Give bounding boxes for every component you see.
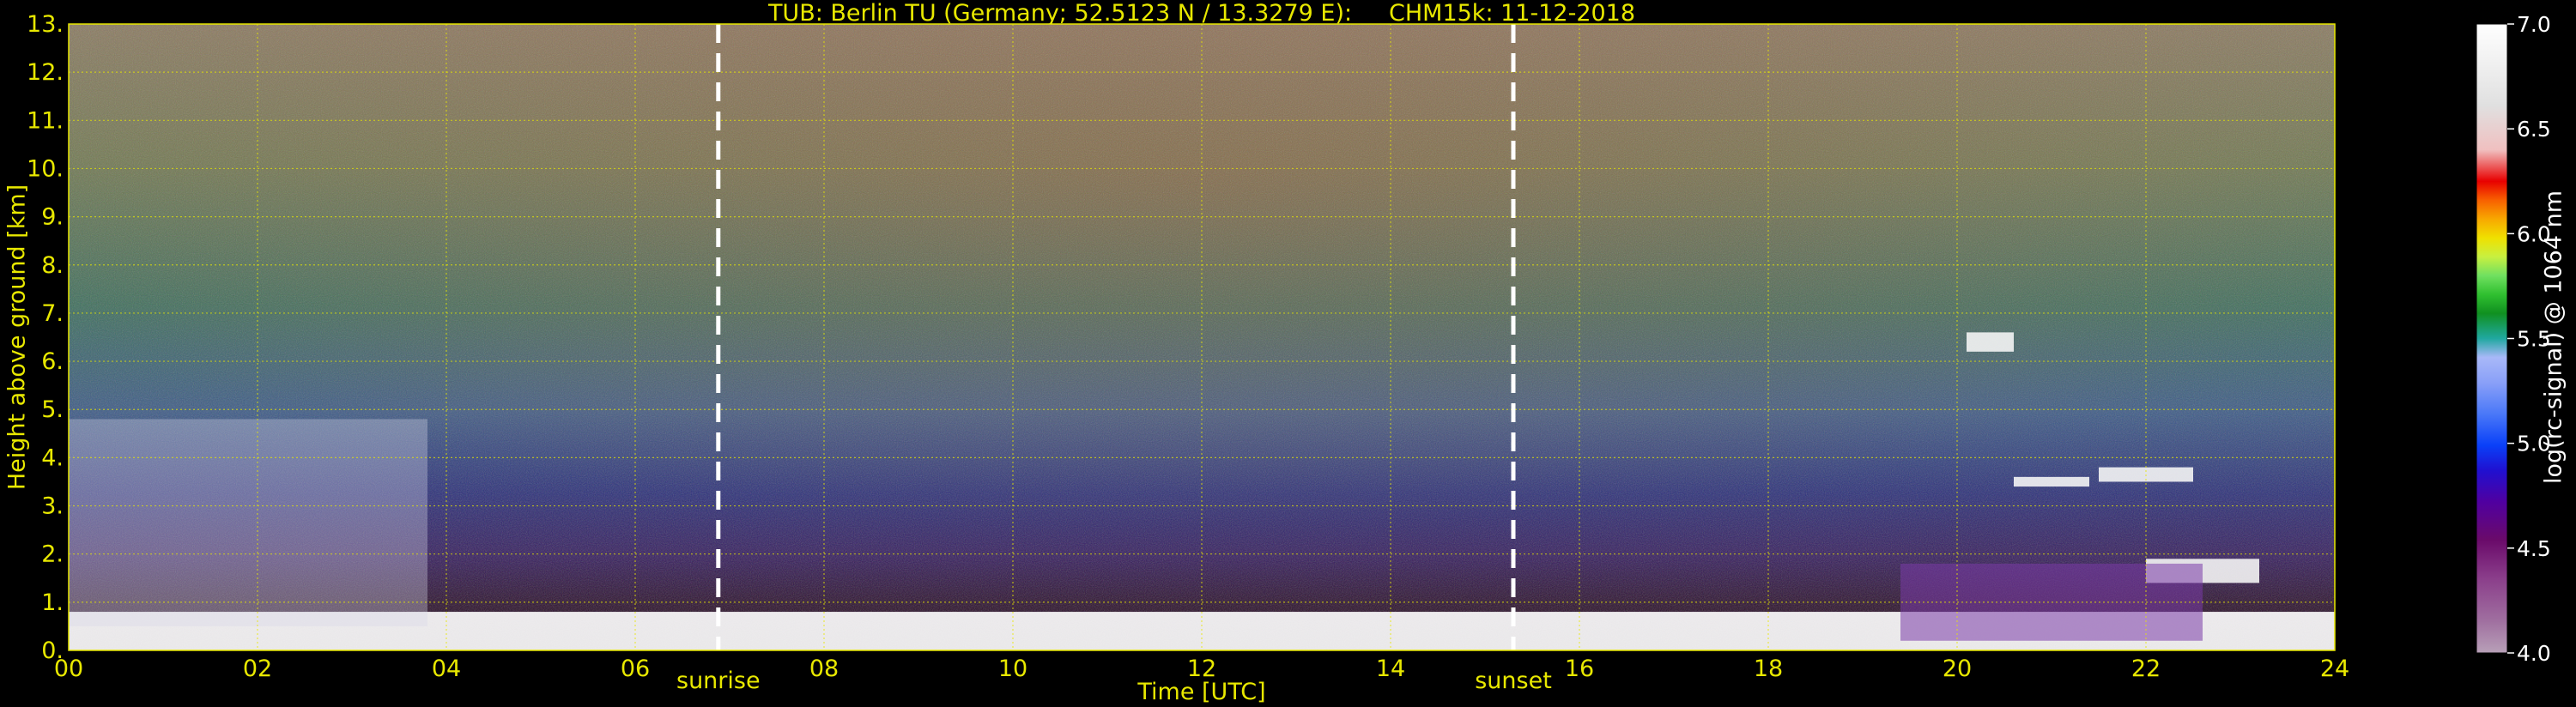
x-tick-label: 16 — [1565, 656, 1594, 682]
x-tick-label: 10 — [998, 656, 1027, 682]
x-tick-label: 20 — [1943, 656, 1972, 682]
y-tick-label: 6. — [41, 348, 64, 375]
x-tick-label: 24 — [2320, 656, 2349, 682]
feature-low-clouds-virga — [69, 419, 427, 626]
y-tick-label: 7. — [41, 300, 64, 327]
colorbar-scale — [2476, 23, 2508, 654]
feature-cloud — [1967, 332, 2014, 352]
y-tick-label: 4. — [41, 444, 64, 471]
x-tick-label: 22 — [2131, 656, 2161, 682]
y-axis-label: Height above ground [km] — [4, 184, 31, 490]
x-tick-label: 00 — [54, 656, 83, 682]
y-tick-label: 9. — [41, 204, 64, 231]
y-tick-label: 5. — [41, 396, 64, 423]
x-tick-label: 18 — [1754, 656, 1783, 682]
chart-title: TUB: Berlin TU (Germany; 52.5123 N / 13.… — [767, 0, 1635, 27]
colorbar-tick-label: 6.5 — [2517, 117, 2551, 142]
feature-cloud — [2014, 476, 2089, 487]
y-tick-label: 2. — [41, 541, 64, 568]
y-tick-label: 12. — [27, 59, 64, 86]
sunrise-label: sunrise — [676, 668, 761, 694]
y-tick-label: 10. — [27, 155, 64, 182]
x-tick-label: 06 — [621, 656, 650, 682]
y-axis: 0.1.2.3.4.5.6.7.8.9.10.11.12.13. — [27, 11, 64, 664]
x-tick-label: 02 — [243, 656, 272, 682]
y-tick-label: 3. — [41, 493, 64, 520]
x-tick-label: 14 — [1376, 656, 1405, 682]
x-axis-label: Time [UTC] — [1136, 679, 1265, 705]
sunset-label: sunset — [1475, 668, 1552, 694]
y-tick-label: 1. — [41, 589, 64, 616]
y-tick-label: 8. — [41, 252, 64, 279]
y-tick-label: 13. — [27, 11, 64, 38]
colorbar-label: log(rc-signal) @ 1064 nm — [2541, 190, 2567, 484]
x-tick-label: 04 — [432, 656, 461, 682]
x-tick-label: 08 — [809, 656, 839, 682]
y-tick-label: 11. — [27, 107, 64, 134]
colorbar-tick-label: 7.0 — [2517, 12, 2551, 37]
lidar-figure: TUB: Berlin TU (Germany; 52.5123 N / 13.… — [4, 0, 2567, 705]
colorbar-tick-label: 4.0 — [2517, 641, 2551, 666]
colorbar-tick-label: 4.5 — [2517, 536, 2551, 561]
colorbar: 4.04.55.05.56.06.57.0 log(rc-signal) @ 1… — [2476, 12, 2567, 666]
